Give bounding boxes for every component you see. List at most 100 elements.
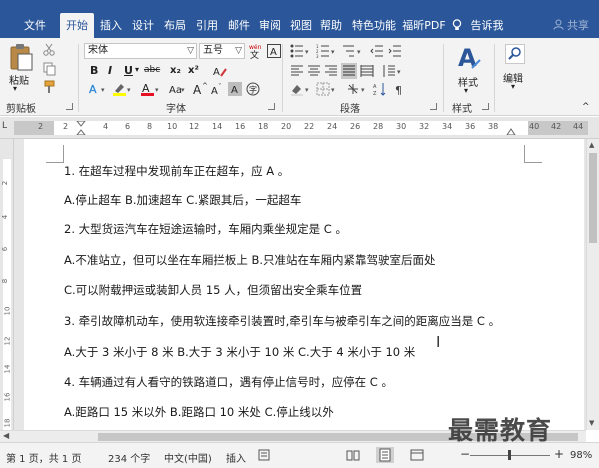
- decrease-indent-icon[interactable]: [370, 44, 384, 61]
- shrink-font-icon[interactable]: Aˇ: [210, 82, 226, 99]
- zoom-slider-thumb[interactable]: [508, 450, 511, 460]
- font-color-icon[interactable]: A ▾: [140, 82, 164, 99]
- answer-line[interactable]: C.可以附载押运或装卸人员 15 人，但须留出安全乘车位置: [64, 282, 362, 298]
- grow-font-icon[interactable]: A ^: [192, 82, 210, 99]
- answer-line[interactable]: A.不准站立，但可以坐在车厢拦板上 B.只准站在车厢内紧靠驾驶室后面处: [64, 252, 436, 268]
- show-marks-icon[interactable]: ¶: [392, 82, 406, 99]
- scroll-up-icon[interactable]: ▲: [589, 141, 594, 149]
- tab-selector-icon[interactable]: L: [2, 121, 7, 131]
- document-page[interactable]: 1. 在超车过程中发现前车正在超车，应 A 。 A.停止超车 B.加速超车 C.…: [24, 139, 584, 430]
- tab-insert[interactable]: 插入: [96, 13, 126, 38]
- superscript-button[interactable]: x²: [188, 65, 199, 76]
- vertical-scrollbar[interactable]: ▲ ▼: [586, 139, 599, 430]
- character-shading-icon[interactable]: A: [228, 82, 242, 99]
- tab-review[interactable]: 审阅: [255, 13, 285, 38]
- tell-me-box[interactable]: 告诉我: [452, 13, 504, 38]
- tab-special[interactable]: 特色功能: [348, 13, 400, 38]
- right-indent-marker[interactable]: [506, 126, 516, 135]
- cut-icon[interactable]: [42, 42, 56, 59]
- increase-indent-icon[interactable]: [388, 44, 402, 61]
- align-center-icon[interactable]: [307, 64, 321, 81]
- enclose-characters-icon[interactable]: 字: [246, 82, 260, 99]
- word-count[interactable]: 234 个字: [108, 450, 150, 465]
- align-left-icon[interactable]: [290, 64, 304, 81]
- insert-mode[interactable]: 插入: [226, 450, 246, 465]
- print-layout-icon[interactable]: [376, 447, 394, 463]
- zoom-level[interactable]: 98%: [570, 450, 592, 461]
- copy-icon[interactable]: [42, 62, 56, 79]
- paragraph-launcher-icon[interactable]: [430, 103, 437, 110]
- phonetic-guide-icon[interactable]: wén 文: [248, 43, 264, 62]
- svg-text:▾: ▾: [361, 86, 365, 94]
- ruler-number: 14: [212, 122, 223, 131]
- tab-layout[interactable]: 布局: [160, 13, 190, 38]
- numbering-icon[interactable]: 1 2 3 ▾: [316, 44, 338, 61]
- tab-foxit-pdf[interactable]: 福昕PDF: [402, 13, 446, 38]
- subscript-button[interactable]: x₂: [170, 65, 181, 76]
- multilevel-list-icon[interactable]: ▾: [342, 44, 364, 61]
- paste-dropdown-icon[interactable]: ▾: [13, 84, 17, 93]
- ruler-number: 16: [3, 392, 12, 402]
- page-count[interactable]: 第 1 页，共 1 页: [6, 450, 81, 465]
- search-icon[interactable]: [505, 44, 525, 64]
- distributed-icon[interactable]: [360, 64, 374, 81]
- web-layout-icon[interactable]: [410, 449, 424, 464]
- tab-home[interactable]: 开始: [60, 13, 94, 38]
- tab-design[interactable]: 设计: [128, 13, 158, 38]
- tab-help[interactable]: 帮助: [316, 13, 346, 38]
- clipboard-launcher-icon[interactable]: [66, 103, 73, 110]
- strikethrough-button[interactable]: abc: [144, 65, 160, 75]
- question-line[interactable]: 3. 牵引故障机动车，使用软连接牵引装置时,牵引车与被牵引车之间的距离应当是 C…: [64, 313, 500, 329]
- change-case-icon[interactable]: Aa ▾: [168, 82, 188, 99]
- tab-file[interactable]: 文件: [18, 13, 52, 38]
- tab-references[interactable]: 引用: [192, 13, 222, 38]
- styles-launcher-icon[interactable]: [482, 103, 489, 110]
- text-effects-icon[interactable]: A ▾: [88, 82, 110, 99]
- font-size-combo[interactable]: 五号 ▽: [199, 43, 245, 59]
- underline-dropdown-icon[interactable]: ▾: [135, 65, 139, 74]
- scroll-down-icon[interactable]: ▼: [589, 419, 594, 427]
- svg-text:▾: ▾: [155, 86, 159, 94]
- borders-icon[interactable]: ▾: [316, 82, 338, 99]
- svg-text:▾: ▾: [305, 86, 309, 94]
- scroll-left-icon[interactable]: ◀: [3, 431, 9, 440]
- line-spacing-icon[interactable]: ▾: [382, 64, 404, 81]
- underline-button[interactable]: U: [124, 64, 133, 77]
- first-line-indent-marker[interactable]: [76, 121, 86, 135]
- format-painter-icon[interactable]: [42, 80, 56, 97]
- character-border-icon[interactable]: A: [266, 43, 282, 62]
- editing-dropdown-icon[interactable]: ▾: [511, 82, 515, 91]
- sort-icon[interactable]: AZ: [372, 82, 388, 99]
- share-button[interactable]: 共享: [553, 13, 589, 38]
- italic-button[interactable]: I: [108, 64, 112, 77]
- macro-record-icon[interactable]: [258, 449, 270, 464]
- tab-view[interactable]: 视图: [286, 13, 316, 38]
- horizontal-ruler[interactable]: L 2 2 4 6 8 10 12 14 16 18 20 22 24 26 2…: [0, 117, 599, 139]
- zoom-in-button[interactable]: +: [554, 447, 564, 461]
- clear-formatting-icon[interactable]: A: [212, 63, 228, 82]
- vertical-ruler[interactable]: 2 4 6 8 10 12 14 16 18: [0, 139, 14, 430]
- paragraph-shading-icon[interactable]: ▾: [290, 82, 312, 99]
- bullets-icon[interactable]: ▾: [290, 44, 312, 61]
- zoom-out-button[interactable]: −: [460, 447, 470, 461]
- bold-button[interactable]: B: [90, 64, 98, 77]
- read-mode-icon[interactable]: [346, 449, 360, 464]
- language-indicator[interactable]: 中文(中国): [164, 450, 212, 465]
- question-line[interactable]: 4. 车辆通过有人看守的铁路道口，遇有停止信号时，应停在 C 。: [64, 374, 393, 390]
- question-line[interactable]: 1. 在超车过程中发现前车正在超车，应 A 。: [64, 163, 289, 179]
- question-line[interactable]: 2. 大型货运汽车在短途运输时，车厢内乘坐规定是 C 。: [64, 221, 347, 237]
- align-right-icon[interactable]: [324, 64, 338, 81]
- font-name-combo[interactable]: 宋体 ▽: [84, 43, 197, 59]
- styles-gallery-icon[interactable]: A: [454, 42, 484, 75]
- styles-dropdown-icon[interactable]: ▾: [464, 86, 468, 95]
- collapse-ribbon-icon[interactable]: ^: [582, 102, 590, 112]
- highlight-color-icon[interactable]: ▾: [112, 82, 136, 99]
- answer-line[interactable]: A.停止超车 B.加速超车 C.紧跟其后，一起超车: [64, 192, 301, 208]
- chinese-layout-icon[interactable]: ▾: [346, 82, 368, 99]
- font-launcher-icon[interactable]: [268, 103, 275, 110]
- vertical-scroll-thumb[interactable]: [589, 153, 597, 243]
- answer-line[interactable]: A.距路口 15 米以外 B.距路口 10 米处 C.停止线以外: [64, 404, 334, 420]
- justify-icon[interactable]: [341, 63, 357, 79]
- answer-line[interactable]: A.大于 3 米小于 8 米 B.大于 3 米小于 10 米 C.大于 4 米小…: [64, 344, 415, 360]
- tab-mailings[interactable]: 邮件: [224, 13, 254, 38]
